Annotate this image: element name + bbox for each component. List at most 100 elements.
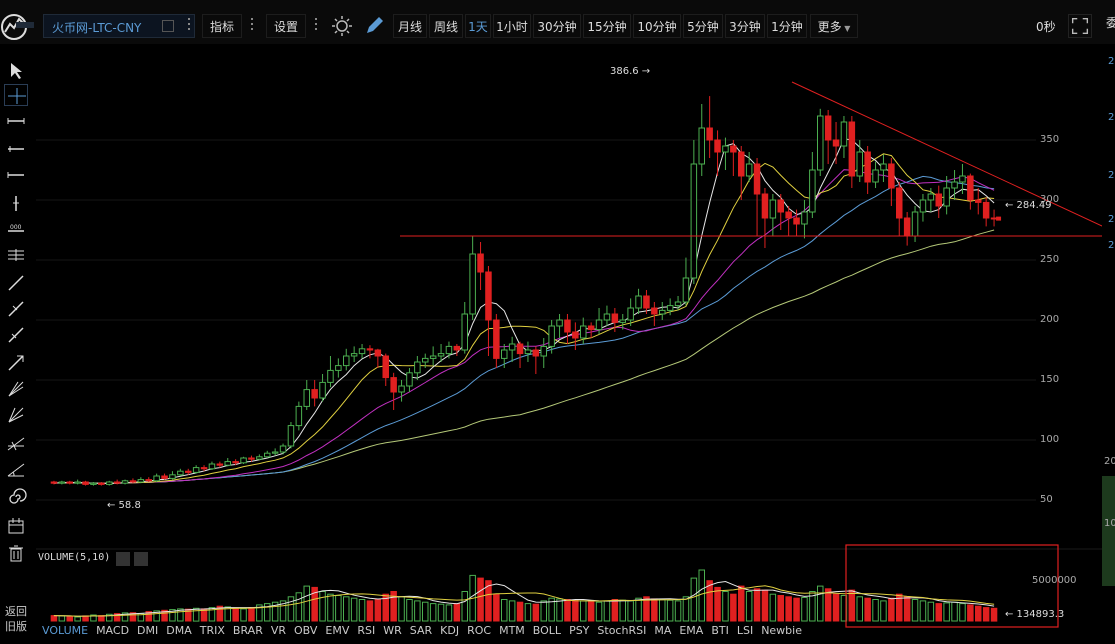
- indicator-tab-stochrsi[interactable]: StochRSI: [593, 622, 650, 640]
- period-button[interactable]: 3分钟: [725, 14, 765, 38]
- arrow-up-line-icon[interactable]: [4, 352, 28, 374]
- candle-body: [477, 253, 484, 273]
- period-button[interactable]: 30分钟: [533, 14, 581, 38]
- indicator-tab-roc[interactable]: ROC: [463, 622, 495, 640]
- volume-bar: [445, 604, 453, 622]
- candle-body: [240, 457, 247, 464]
- pen-icon[interactable]: [362, 14, 386, 38]
- period-button[interactable]: 1分钟: [767, 14, 807, 38]
- parallel-channel-icon[interactable]: [4, 244, 28, 266]
- indicator-tab-mtm[interactable]: MTM: [495, 622, 529, 640]
- indicator-tab-bti[interactable]: BTI: [707, 622, 733, 640]
- price-line-icon[interactable]: 000: [4, 218, 28, 240]
- trash-icon[interactable]: [4, 542, 28, 564]
- ray-icon[interactable]: [4, 138, 28, 160]
- indicator-tab-ema[interactable]: EMA: [675, 622, 707, 640]
- candle-body: [50, 481, 58, 484]
- candle-body: [793, 217, 800, 225]
- symbol-selector[interactable]: 火币网-LTC-CNY: [43, 14, 195, 38]
- separator-dots-icon: [315, 18, 318, 34]
- indicator-tab-volume[interactable]: VOLUME: [38, 622, 92, 640]
- candle-body: [208, 463, 216, 470]
- candle-body: [185, 470, 192, 473]
- candle-body: [248, 457, 255, 460]
- settings-button[interactable]: 设置: [266, 14, 306, 38]
- indicator-button[interactable]: 指标: [202, 14, 242, 38]
- indicator-tab-obv[interactable]: OBV: [290, 622, 321, 640]
- price-chart-svg[interactable]: [36, 44, 1115, 644]
- indicator-tab-kdj[interactable]: KDJ: [436, 622, 463, 640]
- fullscreen-icon[interactable]: [1068, 14, 1092, 38]
- volume-settings-icon[interactable]: [116, 552, 130, 566]
- indicator-tab-psy[interactable]: PSY: [565, 622, 593, 640]
- vertical-line-icon[interactable]: [4, 192, 28, 214]
- period-button[interactable]: 5分钟: [683, 14, 723, 38]
- arrow-line-icon[interactable]: [4, 298, 28, 320]
- crosshair-icon[interactable]: [4, 84, 28, 106]
- volume-bar: [627, 600, 634, 622]
- candle-body: [714, 139, 721, 153]
- volume-close-icon[interactable]: [134, 552, 148, 566]
- volume-bar: [975, 605, 982, 622]
- candle-body: [90, 482, 97, 485]
- indicator-tab-newbie[interactable]: Newbie: [757, 622, 806, 640]
- candle-body: [690, 163, 698, 279]
- speed-fan-icon[interactable]: [4, 458, 28, 480]
- period-button[interactable]: 10分钟: [633, 14, 681, 38]
- back-to-old-version-button[interactable]: 返回旧版: [0, 604, 32, 644]
- period-button[interactable]: 1小时: [493, 14, 531, 38]
- horizontal-line-icon[interactable]: [4, 164, 28, 186]
- volume-bar: [540, 600, 547, 622]
- chart-area[interactable]: [36, 44, 1115, 644]
- segment-icon[interactable]: [4, 110, 28, 132]
- volume-bar: [761, 589, 769, 622]
- angle-line-icon[interactable]: [4, 324, 28, 346]
- gann-fan-icon[interactable]: [4, 404, 28, 426]
- spiral-icon[interactable]: [4, 486, 28, 508]
- fib-fan-icon[interactable]: [4, 378, 28, 400]
- candle-body: [366, 348, 374, 351]
- indicator-tab-ma[interactable]: MA: [650, 622, 675, 640]
- period-button[interactable]: 1天: [465, 14, 491, 38]
- indicator-tab-boll[interactable]: BOLL: [529, 622, 565, 640]
- period-button[interactable]: 15分钟: [583, 14, 631, 38]
- volume-bar: [461, 591, 468, 622]
- depth-link[interactable]: 2: [1108, 170, 1114, 181]
- period-button[interactable]: 周线: [429, 14, 463, 38]
- indicator-tab-emv[interactable]: EMV: [321, 622, 353, 640]
- indicator-tab-macd[interactable]: MACD: [92, 622, 133, 640]
- depth-link[interactable]: 2: [1108, 240, 1114, 251]
- volume-bar: [682, 596, 690, 622]
- indicator-tab-dmi[interactable]: DMI: [133, 622, 162, 640]
- depth-link[interactable]: 2: [1108, 112, 1114, 123]
- y-tick-label: 50: [1040, 494, 1053, 505]
- indicator-tab-sar[interactable]: SAR: [406, 622, 436, 640]
- indicator-tab-lsi[interactable]: LSI: [733, 622, 757, 640]
- y-tick-label: 100: [1040, 434, 1060, 445]
- depth-link[interactable]: 2: [1108, 214, 1114, 225]
- more-periods-button[interactable]: 更多 ▼: [810, 14, 858, 38]
- calendar-icon[interactable]: [4, 514, 28, 536]
- indicator-tab-brar[interactable]: BRAR: [229, 622, 267, 640]
- pitchfork-icon[interactable]: [4, 432, 28, 454]
- volume-bar: [982, 607, 990, 622]
- volume-bar: [990, 607, 998, 622]
- last-price-marker: [996, 216, 1002, 221]
- indicator-tab-vr[interactable]: VR: [267, 622, 290, 640]
- sun-theme-icon[interactable]: [330, 14, 354, 38]
- expand-icon[interactable]: [162, 20, 174, 32]
- indicator-tab-rsi[interactable]: RSI: [353, 622, 379, 640]
- indicator-tab-wr[interactable]: WR: [379, 622, 406, 640]
- depth-link[interactable]: 2: [1108, 56, 1114, 67]
- candle-body: [824, 115, 832, 141]
- volume-bar: [785, 596, 792, 622]
- indicator-tab-trix[interactable]: TRIX: [196, 622, 229, 640]
- trend-line-icon[interactable]: [4, 272, 28, 294]
- candle-body: [153, 475, 160, 482]
- order-book-tab[interactable]: 委: [1106, 14, 1115, 31]
- candle-body: [414, 361, 421, 374]
- candle-body: [745, 163, 753, 177]
- cursor-icon[interactable]: [4, 60, 28, 82]
- period-button[interactable]: 月线: [393, 14, 427, 38]
- indicator-tab-dma[interactable]: DMA: [162, 622, 196, 640]
